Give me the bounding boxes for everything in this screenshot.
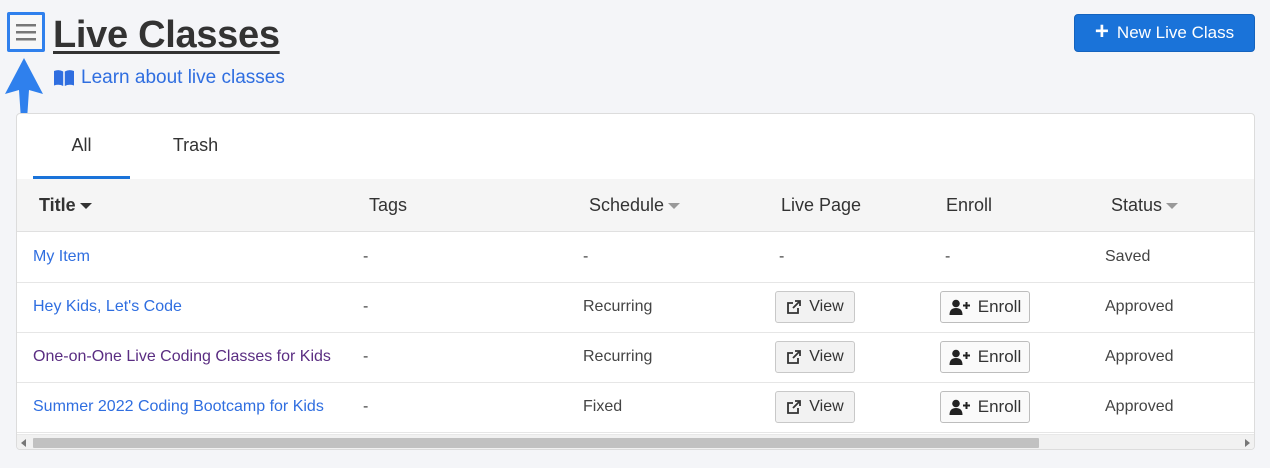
view-button[interactable]: View (775, 291, 855, 323)
menu-icon (16, 24, 36, 41)
sort-down-icon (79, 203, 92, 209)
row-live-page: - (779, 248, 785, 265)
column-status[interactable]: Status (1111, 179, 1179, 231)
table-row: Hey Kids, Let's Code - Recurring View En… (17, 282, 1254, 333)
page-title: Live Classes (53, 14, 280, 56)
scroll-right-icon[interactable] (1245, 439, 1250, 447)
view-button-label: View (809, 348, 844, 365)
column-live-page: Live Page (781, 179, 861, 231)
row-title-link[interactable]: Summer 2022 Coding Bootcamp for Kids (33, 382, 333, 432)
enroll-button[interactable]: Enroll (940, 341, 1030, 373)
row-tags: - (363, 348, 369, 365)
view-button-label: View (809, 398, 844, 415)
column-tags: Tags (369, 179, 407, 231)
row-schedule: Recurring (583, 348, 653, 365)
live-classes-panel: All Trash Title Tags Schedule Live Page … (16, 113, 1255, 450)
add-user-icon (949, 399, 970, 415)
new-live-class-button[interactable]: + New Live Class (1074, 14, 1255, 52)
menu-button[interactable] (7, 12, 45, 52)
column-status-label: Status (1111, 194, 1163, 215)
plus-icon: + (1094, 18, 1109, 45)
tab-trash-label: Trash (172, 134, 219, 155)
add-user-icon (949, 349, 970, 365)
enroll-button[interactable]: Enroll (940, 391, 1030, 423)
view-button[interactable]: View (775, 341, 855, 373)
scroll-left-icon[interactable] (21, 439, 26, 447)
tab-all-label: All (71, 134, 92, 155)
row-schedule: Fixed (583, 398, 623, 415)
learn-about-link[interactable]: Learn about live classes (53, 66, 285, 90)
row-status: Approved (1105, 348, 1174, 365)
external-link-icon (787, 350, 802, 364)
table-row: Summer 2022 Coding Bootcamp for Kids - F… (17, 382, 1254, 433)
external-link-icon (787, 300, 802, 314)
column-schedule[interactable]: Schedule (589, 179, 681, 231)
column-live-page-label: Live Page (781, 194, 862, 215)
row-status: Approved (1105, 398, 1174, 415)
sort-down-icon (668, 203, 681, 209)
column-title-label: Title (39, 194, 76, 215)
column-title[interactable]: Title (39, 179, 92, 231)
view-button-label: View (809, 298, 844, 315)
add-user-icon (949, 299, 970, 315)
row-title-link[interactable]: One-on-One Live Coding Classes for Kids (33, 332, 333, 382)
row-status: Approved (1105, 298, 1174, 315)
column-enroll-label: Enroll (946, 194, 993, 215)
book-icon (54, 70, 74, 86)
horizontal-scrollbar[interactable] (17, 434, 1254, 449)
tab-all[interactable]: All (33, 114, 130, 179)
row-status: Saved (1105, 248, 1151, 265)
tab-bar: All Trash (17, 114, 1254, 180)
column-enroll: Enroll (946, 179, 992, 231)
row-title-link[interactable]: Hey Kids, Let's Code (33, 282, 333, 332)
view-button[interactable]: View (775, 391, 855, 423)
row-tags: - (363, 298, 369, 315)
column-tags-label: Tags (369, 194, 408, 215)
row-title-link[interactable]: My Item (33, 232, 333, 282)
table-row: My Item - - - - Saved (17, 232, 1254, 283)
enroll-button-label: Enroll (977, 347, 1022, 366)
enroll-button-label: Enroll (977, 297, 1022, 316)
enroll-button[interactable]: Enroll (940, 291, 1030, 323)
row-tags: - (363, 248, 369, 265)
external-link-icon (787, 400, 802, 414)
enroll-button-label: Enroll (977, 397, 1022, 416)
scrollbar-thumb[interactable] (33, 438, 1039, 448)
tab-trash[interactable]: Trash (147, 114, 244, 176)
table-header: Title Tags Schedule Live Page Enroll Sta… (17, 179, 1254, 232)
learn-about-label: Learn about live classes (81, 67, 285, 88)
sort-down-icon (1166, 203, 1179, 209)
column-schedule-label: Schedule (589, 194, 665, 215)
row-tags: - (363, 398, 369, 415)
table-row: One-on-One Live Coding Classes for Kids … (17, 332, 1254, 383)
new-live-class-label: New Live Class (1116, 23, 1235, 42)
row-enroll: - (945, 248, 951, 265)
row-schedule: Recurring (583, 298, 653, 315)
row-schedule: - (583, 248, 589, 265)
